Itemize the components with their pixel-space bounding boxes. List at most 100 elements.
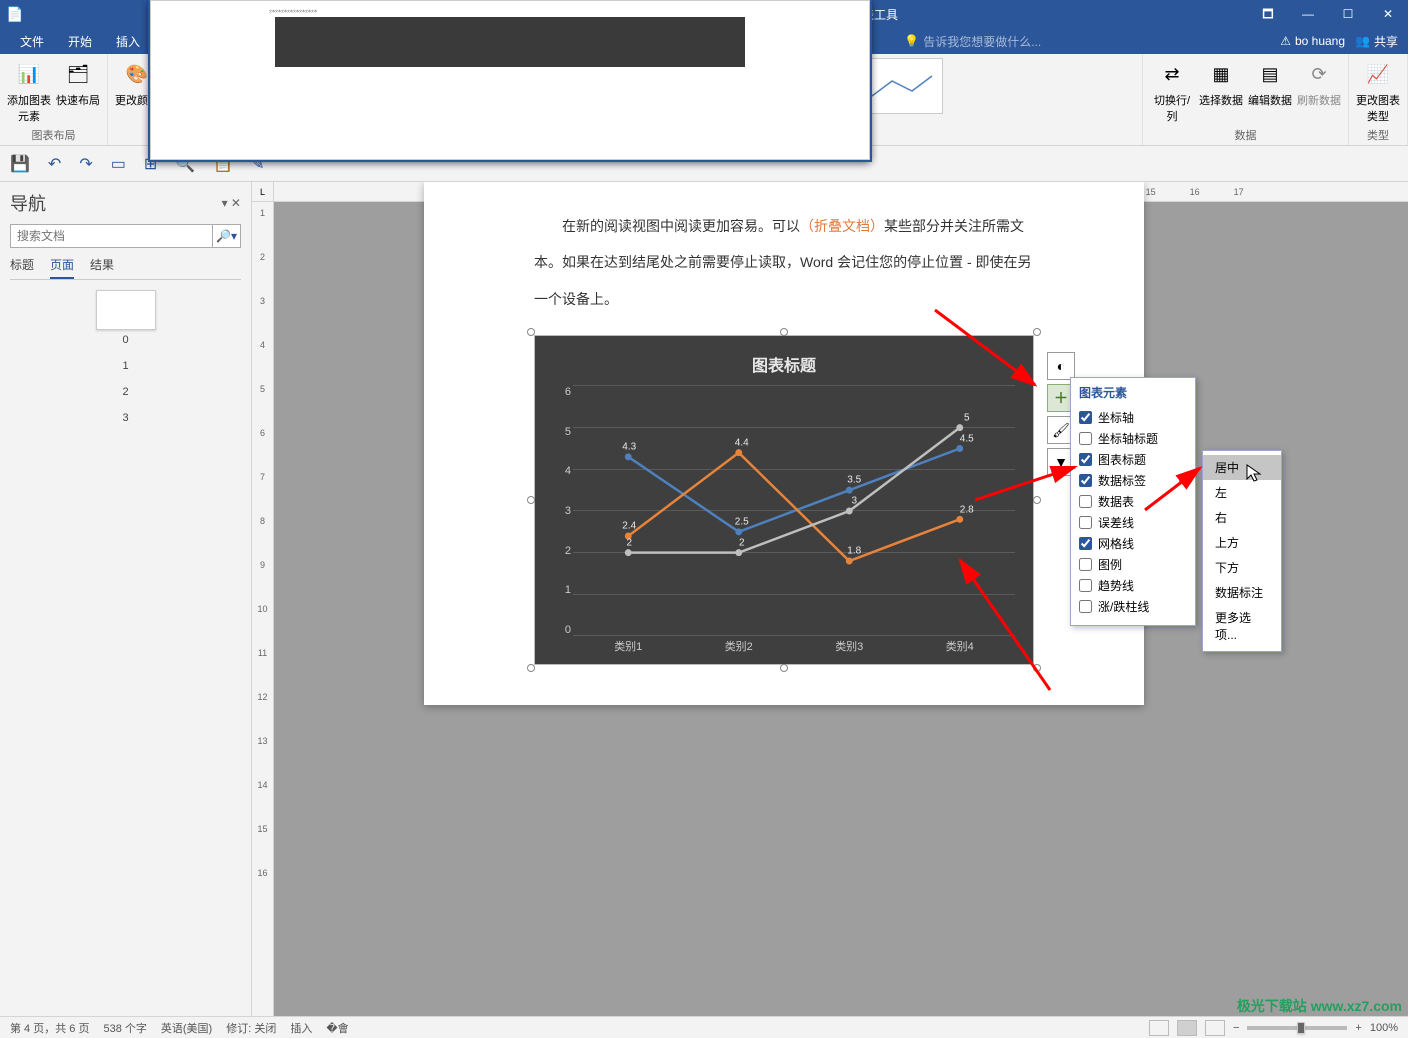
tab-home[interactable]: 开始 <box>56 28 104 54</box>
user-name[interactable]: ⚠ bo huang <box>1280 34 1345 48</box>
nav-tab-headings[interactable]: 标题 <box>10 256 34 279</box>
status-words[interactable]: 538 个字 <box>103 1020 146 1036</box>
undo-button[interactable]: ↶ <box>48 154 61 174</box>
add-element-icon: 📊 <box>13 58 45 90</box>
chart-element-0[interactable]: 坐标轴 <box>1079 407 1187 428</box>
nav-search[interactable]: 🔎▾ <box>10 224 241 248</box>
switch-row-col-button[interactable]: ⇄切换行/列 <box>1149 58 1195 124</box>
view-print-button[interactable] <box>1177 1020 1197 1036</box>
minimize-button[interactable]: — <box>1288 0 1328 28</box>
chart-element-label-2: 图表标题 <box>1098 451 1146 468</box>
group-label-type: 类型 <box>1355 125 1401 143</box>
group-label-data: 数据 <box>1149 125 1342 143</box>
status-bar: 第 4 页，共 6 页 538 个字 英语(美国) 修订: 关闭 插入 �會 −… <box>0 1016 1408 1038</box>
close-button[interactable]: ✕ <box>1368 0 1408 28</box>
chart-element-checkbox-9[interactable] <box>1079 600 1092 613</box>
document-page[interactable]: 在新的阅读视图中阅读更加容易。可以（折叠文档）某些部分并关注所需文本。如果在达到… <box>424 182 1144 705</box>
data-labels-submenu: 居中左右上方下方数据标注更多选项... <box>1202 450 1282 652</box>
nav-close-button[interactable]: ▾ ✕ <box>222 196 241 210</box>
watermark: 极光下载站 www.xz7.com <box>1237 996 1402 1016</box>
ribbon-options-icon[interactable]: 🗖 <box>1248 0 1288 28</box>
submenu-item-数据标注[interactable]: 数据标注 <box>1203 580 1281 605</box>
thumb-label-0: 0 <box>96 334 156 346</box>
chart-element-3[interactable]: 数据标签▶ <box>1079 470 1187 491</box>
search-input[interactable] <box>11 225 212 247</box>
status-insert[interactable]: 插入 <box>290 1020 312 1036</box>
quick-layout-icon: 🗂 <box>62 58 94 90</box>
tell-me-input[interactable]: 💡 告诉我您想要做什么... <box>904 28 1041 54</box>
zoom-slider[interactable] <box>1247 1026 1347 1030</box>
qat-btn-4[interactable]: ▭ <box>111 154 126 174</box>
chart-element-label-1: 坐标轴标题 <box>1098 430 1158 447</box>
chart-element-checkbox-5[interactable] <box>1079 516 1092 529</box>
change-chart-type-button[interactable]: 📈更改图表类型 <box>1355 58 1401 124</box>
maximize-button[interactable]: ☐ <box>1328 0 1368 28</box>
page-thumb-0[interactable] <box>96 290 156 330</box>
nav-tabs: 标题 页面 结果 <box>10 256 241 280</box>
submenu-item-左[interactable]: 左 <box>1203 480 1281 505</box>
submenu-item-更多选项...[interactable]: 更多选项... <box>1203 605 1281 647</box>
tab-insert[interactable]: 插入 <box>104 28 152 54</box>
chart-element-label-4: 数据表 <box>1098 493 1134 510</box>
chart-plot-area[interactable]: 0123456 4.32.53.54.52.44.41.82.82235 类别1… <box>573 386 1015 656</box>
zoom-out-button[interactable]: − <box>1233 1022 1239 1034</box>
chart-element-6[interactable]: 网格线 <box>1079 533 1187 554</box>
chart-element-4[interactable]: 数据表 <box>1079 491 1187 512</box>
chart-title[interactable]: 图表标题 <box>553 352 1015 376</box>
fold-link: （折叠文档） <box>800 218 884 234</box>
chart-element-label-3: 数据标签 <box>1098 472 1146 489</box>
nav-tab-results[interactable]: 结果 <box>90 256 114 279</box>
chart-element-checkbox-8[interactable] <box>1079 579 1092 592</box>
view-web-button[interactable] <box>1205 1020 1225 1036</box>
chart-element-5[interactable]: 误差线 <box>1079 512 1187 533</box>
chart-element-checkbox-2[interactable] <box>1079 453 1092 466</box>
add-chart-element-button[interactable]: 📊 添加图表元素 <box>6 58 52 124</box>
view-read-button[interactable] <box>1149 1020 1169 1036</box>
main-area: 导航▾ ✕ 🔎▾ 标题 页面 结果 0 标题 1 第一章 标题文本文本文本文本文… <box>0 182 1408 1016</box>
chart-element-checkbox-6[interactable] <box>1079 537 1092 550</box>
status-page[interactable]: 第 4 页，共 6 页 <box>10 1020 89 1036</box>
chart-element-8[interactable]: 趋势线 <box>1079 575 1187 596</box>
submenu-item-右[interactable]: 右 <box>1203 505 1281 530</box>
chart-style-9[interactable] <box>861 58 943 114</box>
select-data-button[interactable]: ▦选择数据 <box>1198 58 1244 108</box>
search-icon[interactable]: 🔎▾ <box>212 225 240 247</box>
window-buttons: 🗖 — ☐ ✕ <box>1248 0 1408 28</box>
chart-element-label-9: 涨/跌柱线 <box>1098 598 1149 615</box>
chart-object[interactable]: 图表标题 0123456 4.32.53.54.52.44.41.82.8223… <box>534 335 1034 665</box>
submenu-item-居中[interactable]: 居中 <box>1203 455 1281 480</box>
chart-element-checkbox-0[interactable] <box>1079 411 1092 424</box>
zoom-in-button[interactable]: + <box>1355 1022 1361 1034</box>
chart-element-7[interactable]: 图例 <box>1079 554 1187 575</box>
quick-layout-button[interactable]: 🗂 快速布局 <box>55 58 101 108</box>
y-axis: 0123456 <box>555 386 571 636</box>
chart-element-label-7: 图例 <box>1098 556 1122 573</box>
chart-element-checkbox-4[interactable] <box>1079 495 1092 508</box>
zoom-level[interactable]: 100% <box>1370 1022 1398 1034</box>
chart-element-checkbox-1[interactable] <box>1079 432 1092 445</box>
switch-icon: ⇄ <box>1156 58 1188 90</box>
document-text: 在新的阅读视图中阅读更加容易。可以（折叠文档）某些部分并关注所需文本。如果在达到… <box>534 182 1034 317</box>
refresh-data-button[interactable]: ⟳刷新数据 <box>1296 58 1342 108</box>
tab-file[interactable]: 文件 <box>8 28 56 54</box>
chart-element-2[interactable]: 图表标题 <box>1079 449 1187 470</box>
submenu-item-下方[interactable]: 下方 <box>1203 555 1281 580</box>
status-language[interactable]: 英语(美国) <box>161 1020 212 1036</box>
chart-element-9[interactable]: 涨/跌柱线 <box>1079 596 1187 617</box>
chart-element-checkbox-7[interactable] <box>1079 558 1092 571</box>
nav-tab-pages[interactable]: 页面 <box>50 256 74 279</box>
edit-data-button[interactable]: ▤编辑数据 <box>1247 58 1293 108</box>
submenu-item-上方[interactable]: 上方 <box>1203 530 1281 555</box>
save-button[interactable]: 💾 <box>10 154 30 174</box>
colors-icon: 🎨 <box>121 58 153 90</box>
layout-options-button[interactable]: ◐ <box>1047 352 1075 380</box>
status-track[interactable]: 修订: 关闭 <box>226 1020 276 1036</box>
group-chart-layout: 📊 添加图表元素 🗂 快速布局 图表布局 <box>0 54 108 145</box>
chart-element-checkbox-3[interactable] <box>1079 474 1092 487</box>
x-axis: 类别1类别2类别3类别4 <box>573 638 1015 656</box>
chart-element-1[interactable]: 坐标轴标题 <box>1079 428 1187 449</box>
group-label-layout: 图表布局 <box>6 125 101 143</box>
share-button[interactable]: 👥 共享 <box>1355 33 1398 50</box>
redo-button[interactable]: ↷ <box>79 154 92 174</box>
plot-area: 4.32.53.54.52.44.41.82.82235 <box>573 386 1015 636</box>
